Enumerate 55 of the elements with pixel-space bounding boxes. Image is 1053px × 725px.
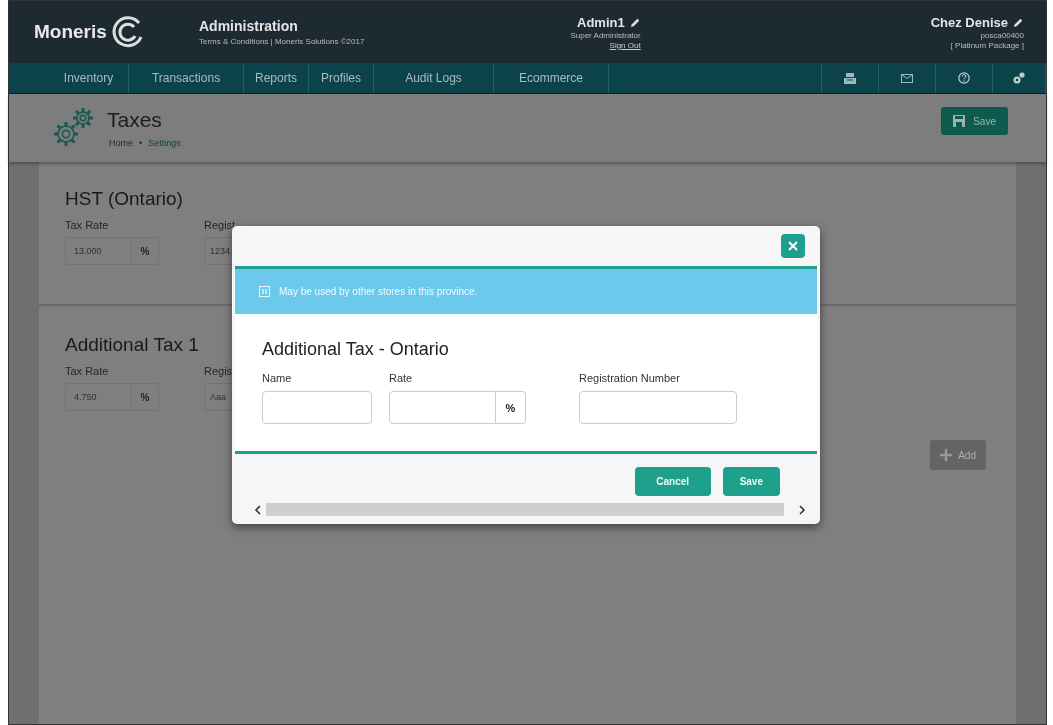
field-label: Rate — [389, 372, 414, 384]
input-field[interactable] — [579, 391, 737, 424]
add-button[interactable]: Add — [930, 440, 986, 470]
field-label: Name — [262, 372, 293, 384]
store-name: Chez Denise — [930, 14, 1008, 30]
percent-addon: % — [496, 391, 526, 424]
logo-swirl-icon — [110, 15, 145, 49]
register-icon[interactable] — [844, 72, 856, 84]
breadcrumb-separator: • — [139, 138, 143, 148]
plus-icon — [940, 449, 953, 461]
field-label: Tax Rate — [65, 219, 110, 231]
gears-icon[interactable] — [1012, 71, 1026, 85]
tax-rate-field[interactable]: 4.750 — [65, 383, 132, 411]
nav-tab[interactable]: Ecommerce — [494, 63, 609, 93]
pencil-icon[interactable] — [1013, 16, 1024, 28]
input-field[interactable] — [262, 391, 372, 424]
field-label: Regist — [204, 219, 236, 231]
section-title: HST (Ontario) — [65, 188, 183, 210]
close-button[interactable] — [781, 234, 805, 258]
page-title: Taxes — [107, 108, 163, 132]
dialog-button[interactable]: Cancel — [634, 467, 711, 496]
pencil-icon[interactable] — [629, 16, 641, 28]
nav-tab[interactable]: Profiles — [309, 63, 374, 93]
percent-addon: % — [132, 237, 159, 265]
notice-text: May be used by other stores in this province. — [279, 286, 478, 297]
nav-tab[interactable]: Audit Logs — [374, 63, 494, 93]
input-field[interactable] — [389, 391, 496, 424]
field-label: Tax Rate — [65, 365, 110, 377]
tax-rate-field[interactable]: 13.000 — [65, 237, 132, 265]
app-subtitle: Terms & Conditions | Moneris Solutions ©2017 — [199, 37, 365, 46]
nav-tab[interactable]: Transactions — [129, 63, 244, 93]
help-icon[interactable] — [958, 72, 970, 84]
field-label: Registration Number — [579, 372, 681, 384]
store-id: posca00400 — [980, 30, 1024, 40]
nav-tab[interactable]: Inventory — [49, 63, 129, 93]
close-icon — [788, 241, 798, 251]
sign-out-link[interactable]: Sign Out — [609, 40, 641, 50]
field-label: Regis — [204, 365, 234, 377]
breadcrumb-link[interactable]: Settings — [148, 138, 181, 148]
dialog-title: Additional Tax - Ontario — [262, 339, 450, 360]
percent-addon: % — [132, 383, 159, 411]
store-package: [ Platinum Package ] — [950, 40, 1024, 50]
logo-text: Moneris — [34, 21, 107, 43]
save-button[interactable]: Save — [941, 107, 1008, 135]
user-name: Admin1 — [577, 14, 625, 30]
user-role: Super Administrator — [570, 30, 641, 40]
section-title: Additional Tax 1 — [65, 334, 199, 356]
scrollbar-thumb[interactable] — [266, 503, 784, 516]
breadcrumb-link[interactable]: Home — [109, 138, 133, 148]
app-title: Administration — [199, 18, 299, 34]
info-icon — [259, 286, 270, 297]
nav-tab[interactable]: Reports — [244, 63, 309, 93]
dialog-button[interactable]: Save — [722, 467, 780, 496]
scroll-left-icon[interactable] — [254, 504, 262, 515]
envelope-icon[interactable] — [901, 73, 913, 83]
